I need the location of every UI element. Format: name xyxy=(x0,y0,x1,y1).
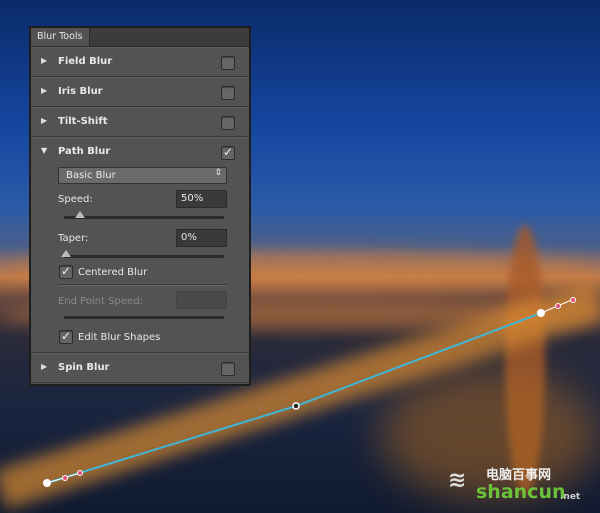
watermark-latin: shancun xyxy=(476,481,566,503)
speed-slider[interactable] xyxy=(64,211,224,219)
select-arrows-icon: ⇕ xyxy=(214,168,222,178)
endpoint-marker[interactable] xyxy=(62,475,68,481)
section-iris-blur[interactable]: ▶ Iris Blur xyxy=(31,77,249,107)
divider xyxy=(58,284,228,286)
field-blur-checkbox[interactable] xyxy=(221,56,235,70)
speed-slider-thumb[interactable] xyxy=(75,211,85,218)
end-point-speed-input xyxy=(176,291,227,309)
section-spin-blur[interactable]: ▶ Spin Blur xyxy=(31,353,249,383)
path-blur-checkbox[interactable]: ✓ xyxy=(221,146,235,160)
end-point-speed-slider xyxy=(64,316,224,319)
speed-input[interactable]: 50% xyxy=(176,190,227,208)
blur-mode-select[interactable]: Basic Blur ⇕ xyxy=(58,167,227,184)
watermark-net: .net xyxy=(560,492,581,502)
taper-input[interactable]: 0% xyxy=(176,229,227,247)
collapse-arrow-icon[interactable]: ▼ xyxy=(41,146,47,155)
path-start-handle[interactable] xyxy=(43,479,51,487)
expand-arrow-icon[interactable]: ▶ xyxy=(41,116,47,125)
expand-arrow-icon[interactable]: ▶ xyxy=(41,86,47,95)
spin-blur-checkbox[interactable] xyxy=(221,362,235,376)
endpoint-marker[interactable] xyxy=(555,303,561,309)
expand-arrow-icon[interactable]: ▶ xyxy=(41,56,47,65)
path-mid-handle[interactable] xyxy=(292,402,300,410)
section-field-blur[interactable]: ▶ Field Blur xyxy=(31,47,249,77)
section-path-blur: ▼ Path Blur ✓ Basic Blur ⇕ Speed: 50% Ta… xyxy=(31,137,249,353)
edit-blur-shapes-checkbox[interactable]: ✓ xyxy=(59,330,73,344)
centered-blur-checkbox[interactable]: ✓ xyxy=(59,265,73,279)
iris-blur-checkbox[interactable] xyxy=(221,86,235,100)
endpoint-marker[interactable] xyxy=(570,297,576,303)
taper-slider[interactable] xyxy=(61,250,224,258)
watermark-logo-icon: ≋ xyxy=(448,468,467,493)
tilt-shift-checkbox[interactable] xyxy=(221,116,235,130)
section-tilt-shift[interactable]: ▶ Tilt-Shift xyxy=(31,107,249,137)
taper-slider-thumb[interactable] xyxy=(61,250,71,257)
blur-tools-panel: Blur Tools ▶ Field Blur ▶ Iris Blur ▶ Tilt-… xyxy=(29,26,251,386)
tab-blur-tools[interactable]: Blur Tools xyxy=(31,28,90,46)
path-end-handle[interactable] xyxy=(537,309,545,317)
watermark-logo: ≋ 电脑百事网 shancun .net xyxy=(448,468,598,508)
endpoint-marker[interactable] xyxy=(77,470,83,476)
expand-arrow-icon[interactable]: ▶ xyxy=(41,362,47,371)
